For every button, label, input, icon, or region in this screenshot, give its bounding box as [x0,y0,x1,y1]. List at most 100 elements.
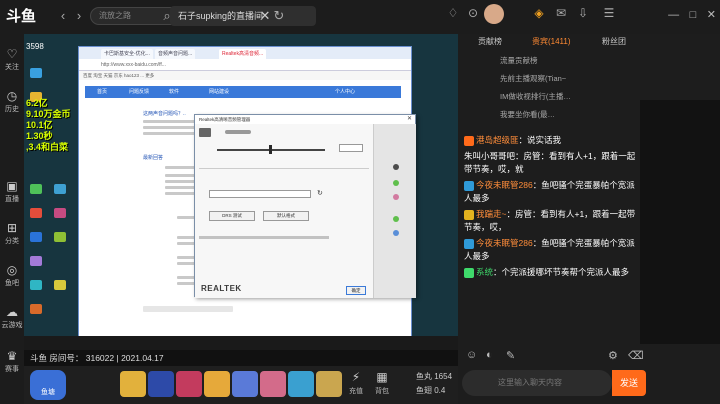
sidebar-item-follow[interactable]: ♡ 关注 [0,48,24,72]
send-button[interactable]: 发送 [612,370,646,396]
chat-settings-icon[interactable]: ⚙ [608,349,618,362]
jack-indicator-icon[interactable] [393,164,399,170]
comment-box[interactable] [143,306,233,312]
default-format-button[interactable]: 默认格式 [263,211,309,221]
dialog-close-icon[interactable]: ✕ [407,115,412,124]
rank-row[interactable]: IM做收视排行(主播… [458,88,618,106]
gift-item[interactable] [148,371,174,397]
gift-item[interactable] [120,371,146,397]
drs-test-button[interactable]: DRS 测试 [209,211,255,221]
clear-icon[interactable]: ⌫ [628,349,644,362]
desktop-icon [30,280,42,290]
gift-item[interactable] [316,371,342,397]
live-icon: ▣ [6,179,18,193]
jack-indicator-icon[interactable] [393,180,399,186]
realtek-brand: REALTEK [201,284,242,293]
desktop-icon [30,232,42,242]
gift-item[interactable] [176,371,202,397]
sidebar-item-history[interactable]: ◷ 历史 [0,90,24,114]
jack-indicator-icon[interactable] [393,230,399,236]
sidebar-item-fishbar[interactable]: ◎ 鱼吧 [0,264,24,288]
backpack-icon: ▦ [376,370,388,384]
mute-icon[interactable]: ✕ [258,9,272,23]
browser-tab-active[interactable]: Realtek高清音频... [219,49,267,59]
gift-item[interactable] [232,371,258,397]
backpack-button[interactable]: ▦ 背包 [370,370,394,396]
chat-username[interactable]: 今夜未眠管286 [476,180,533,190]
sidebar-item-cloud-game[interactable]: ☁ 云游戏 [0,306,24,330]
gift-item[interactable] [260,371,286,397]
chat-username[interactable]: 系统 [476,267,493,277]
chat-username[interactable]: 港岛超级匪 [476,135,519,145]
site-nav-item[interactable]: 网站建设 [209,86,229,98]
chat-username[interactable]: 我踹走~ [476,209,506,219]
gift-item[interactable] [288,371,314,397]
site-nav-item[interactable]: 软件 [169,86,179,98]
site-nav-item[interactable]: 首页 [97,86,107,98]
sidebar-item-match[interactable]: ♛ 赛事 [0,350,24,374]
download-icon[interactable]: ⇩ [574,4,592,22]
speaker-config-icon [225,130,251,134]
menu-icon[interactable]: ☰ [600,4,618,22]
chat-input[interactable]: 这里输入聊天内容 [462,370,612,396]
rank-row[interactable]: 我要坐你看(最… [458,106,618,124]
divider [199,168,369,169]
chat-message: 系统：个完派援哪坏节奏帮个完派人最多 [458,266,640,279]
rank-row[interactable]: 先前主播观察(Tian~ [458,70,618,88]
volume-slider-thumb[interactable] [269,145,272,154]
user-avatar[interactable] [484,4,504,24]
live-stream-video[interactable]: 卡巴斯基安全-优化... 音频声音问题... Realtek高清音频... ht… [24,34,458,350]
device-dropdown[interactable] [339,144,363,152]
browser-tab[interactable]: 音频声音问题... [155,49,196,59]
browser-address-bar[interactable]: http://www.xxx-baidu.com/ff... [79,59,411,71]
browser-tab[interactable]: 卡巴斯基安全-优化... [101,49,153,59]
tab-contribution[interactable]: 贡献榜 [478,36,502,47]
format-select[interactable] [209,190,311,198]
color-icon[interactable]: ✎ [506,349,515,362]
desktop-icon [30,256,42,266]
chat-message: 朱叫小哥哥吧：房管：看到有人+1，跟着一起带节奏，哎，就 [458,150,640,176]
realtek-dialog[interactable]: Realtek高清晰音频管理器 ✕ ↻ DRS 测试 默认格式 REALTEK … [194,114,416,298]
dialog-side-pane [373,124,416,298]
emoji-icon[interactable]: ☺ [466,349,477,361]
top-bar: 斗鱼 ‹ › 流放之路 ⌕ 石子supking的直播间 ✕ ↻ ♢ ⊙ ◈ ✉ … [0,0,720,34]
site-nav-item[interactable]: 问题反馈 [129,86,149,98]
bell-icon[interactable]: ♢ [444,4,462,22]
stream-date: 2021.04.17 [121,353,164,363]
forward-icon[interactable]: › [72,9,86,23]
gift-top-icon[interactable]: ✉ [552,4,570,22]
sidebar-item-live[interactable]: ▣ 直播 [0,180,24,204]
overlay-line: 1.30秒 [26,131,53,141]
site-nav-item[interactable]: 个人中心 [335,86,355,98]
chat-message: 今夜未眠管286：鱼吧骚个完蛋暴帕个宽派人最多 [464,238,635,261]
gift-bar: 鱼塘 ⚡ 充值 ▦ 背包 鱼丸 1654 鱼翅 0.4 [24,366,458,404]
history-top-icon[interactable]: ⊙ [464,4,482,22]
desktop-icon [54,232,66,242]
wallet-icon[interactable]: ◈ [530,4,548,22]
desktop-icon [54,208,66,218]
room-tab[interactable]: 石子supking的直播间 [170,6,316,26]
rank-row[interactable]: 流量贡献榜 [458,52,618,70]
chat-username[interactable]: 今夜未眠管286 [476,238,533,248]
ok-button[interactable]: 确定 [346,286,366,295]
desktop-icon [30,208,42,218]
back-icon[interactable]: ‹ [56,9,70,23]
rank-list: 流量贡献榜 先前主播观察(Tian~ IM做收视排行(主播… 我要坐你看(最… [458,52,618,124]
jack-indicator-icon[interactable] [393,216,399,222]
cloud-game-icon: ☁ [6,305,18,319]
bullet-icon[interactable]: ◐ [486,349,493,361]
gift-item[interactable] [204,371,230,397]
douyu-logo[interactable]: 斗鱼 [6,4,50,30]
fish-pond-badge[interactable]: 鱼塘 [30,370,66,400]
chat-list: 港岛超级匪：说实话我 朱叫小哥哥吧：房管：看到有人+1，跟着一起带节奏，哎，就 … [458,134,640,344]
tab-vip[interactable]: 贵宾(1411) [532,36,571,47]
chat-message: 港岛超级匪：说实话我 [458,134,640,147]
restore-icon[interactable]: ↻ [317,189,323,197]
sidebar-item-category[interactable]: ⊞ 分类 [0,222,24,246]
site-nav: 首页 问题反馈 软件 网站建设 个人中心 [85,86,401,98]
refresh-icon[interactable]: ↻ [272,9,286,23]
jack-indicator-icon[interactable] [393,194,399,200]
streamer-desktop: 卡巴斯基安全-优化... 音频声音问题... Realtek高清音频... ht… [24,34,458,350]
streamer-camera [640,100,720,344]
recharge-button[interactable]: ⚡ 充值 [344,370,368,396]
